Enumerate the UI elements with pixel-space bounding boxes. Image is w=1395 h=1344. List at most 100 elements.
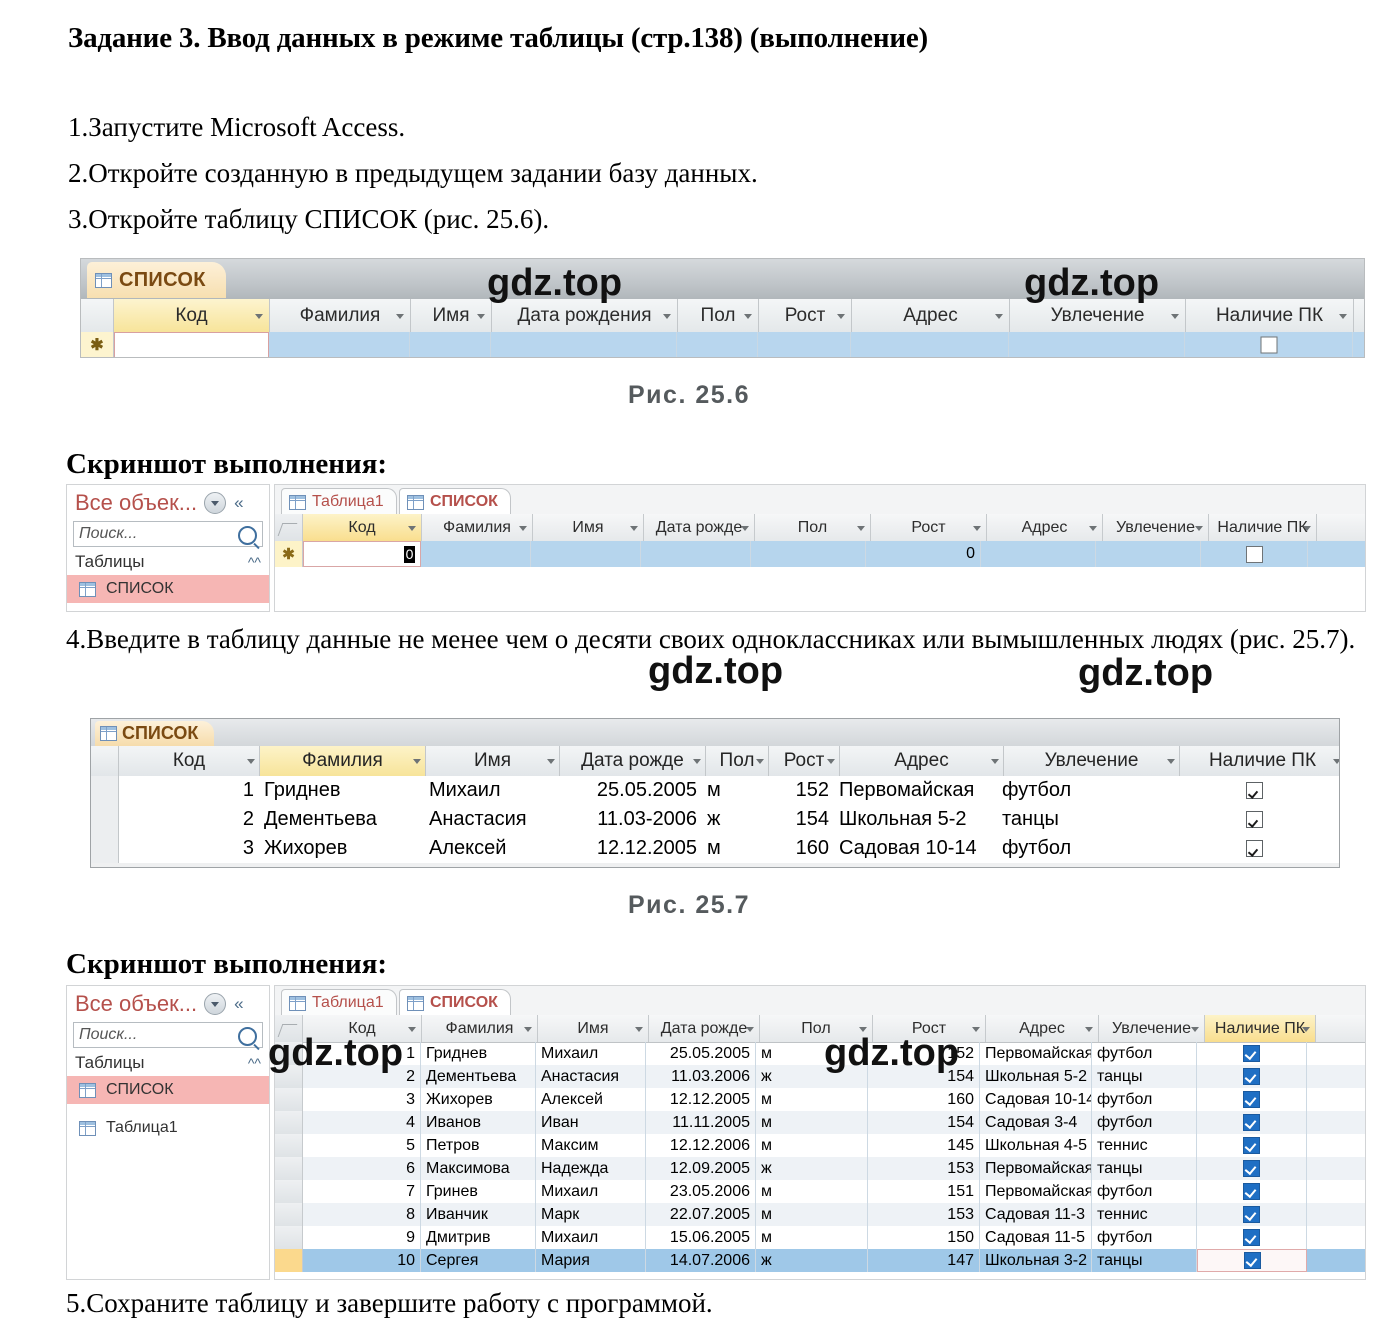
checkbox-checked-icon[interactable] bbox=[1243, 1229, 1260, 1246]
cell-nalichie-pk[interactable] bbox=[1197, 1226, 1307, 1249]
cell-data-rozhde[interactable] bbox=[641, 541, 751, 567]
table-row-selected[interactable]: 10 Сергея Мария 14.07.2006 ж 147 Школьна… bbox=[275, 1249, 1365, 1272]
column-header-rost[interactable]: Рост bbox=[873, 1015, 986, 1042]
cell-familiya[interactable]: Петров bbox=[421, 1134, 536, 1157]
checkbox-checked-icon[interactable] bbox=[1243, 1114, 1260, 1131]
new-record-row-a[interactable]: ✱ 0 0 bbox=[275, 541, 1365, 567]
cell-pol[interactable]: м bbox=[756, 1203, 868, 1226]
cell-imya[interactable]: Максим bbox=[536, 1134, 646, 1157]
cell-imya[interactable]: Михаил bbox=[536, 1180, 646, 1203]
cell-uvlechenie[interactable]: танцы bbox=[1092, 1249, 1197, 1272]
cell-kod[interactable]: 8 bbox=[303, 1203, 421, 1226]
chevron-down-icon[interactable] bbox=[741, 525, 749, 531]
cell-kod[interactable]: 9 bbox=[303, 1226, 421, 1249]
row-selector[interactable] bbox=[275, 1042, 303, 1065]
cell-uvlechenie[interactable]: футбол bbox=[1092, 1111, 1197, 1134]
column-header-familiya[interactable]: Фамилия bbox=[422, 514, 533, 541]
cell-imya[interactable]: Иван bbox=[536, 1111, 646, 1134]
cell-data-rozhde[interactable]: 12.12.2005 bbox=[646, 1088, 756, 1111]
column-header-pol[interactable]: Пол bbox=[760, 1015, 873, 1042]
chevron-down-icon[interactable] bbox=[1302, 1026, 1310, 1032]
cell-adres[interactable]: Садовая 3-4 bbox=[980, 1111, 1092, 1134]
chevron-down-icon[interactable] bbox=[408, 525, 416, 531]
cell-uvlechenie[interactable]: танцы bbox=[1092, 1065, 1197, 1088]
column-header-uvlechenie[interactable]: Увлечение bbox=[1103, 514, 1209, 541]
column-header-imya[interactable]: Имя bbox=[538, 1015, 649, 1042]
cell-familiya[interactable]: Иванчик bbox=[421, 1203, 536, 1226]
chevron-down-icon[interactable] bbox=[1191, 1026, 1199, 1032]
cell-pol[interactable]: м bbox=[756, 1088, 868, 1111]
chevron-down-icon[interactable] bbox=[204, 492, 227, 514]
cell-data-rozhde[interactable]: 14.07.2006 bbox=[646, 1249, 756, 1272]
cell-rost[interactable]: 154 bbox=[868, 1111, 980, 1134]
cell-uvlechenie[interactable]: футбол bbox=[1092, 1180, 1197, 1203]
chevron-down-icon[interactable] bbox=[408, 1026, 416, 1032]
cell-imya[interactable]: Михаил bbox=[536, 1042, 646, 1065]
cell-uvlechenie[interactable]: теннис bbox=[1092, 1134, 1197, 1157]
cell-data-rozhde[interactable]: 12.12.2006 bbox=[646, 1134, 756, 1157]
cell-data-rozhde[interactable]: 15.06.2005 bbox=[646, 1226, 756, 1249]
chevron-down-icon[interactable] bbox=[524, 1026, 532, 1032]
tab-spisok[interactable]: СПИСОК bbox=[399, 488, 511, 515]
checkbox-checked-icon[interactable] bbox=[1243, 1252, 1261, 1269]
cell-data-rozhde[interactable]: 23.05.2006 bbox=[646, 1180, 756, 1203]
cell-uvlechenie[interactable]: футбол bbox=[1092, 1042, 1197, 1065]
cell-pol[interactable]: ж bbox=[756, 1157, 868, 1180]
column-header-adres[interactable]: Адрес bbox=[986, 1015, 1099, 1042]
row-selector[interactable] bbox=[275, 1111, 303, 1134]
cell-familiya[interactable]: Гринев bbox=[421, 1180, 536, 1203]
cell-familiya[interactable] bbox=[421, 541, 531, 567]
cell-uvlechenie[interactable]: футбол bbox=[1092, 1226, 1197, 1249]
cell-pol[interactable]: м bbox=[756, 1226, 868, 1249]
cell-adres[interactable]: Школьная 5-2 bbox=[980, 1065, 1092, 1088]
cell-kod[interactable]: 2 bbox=[303, 1065, 421, 1088]
cell-data-rozhde[interactable]: 11.11.2005 bbox=[646, 1111, 756, 1134]
table-row[interactable]: 8 Иванчик Марк 22.07.2005 м 153 Садовая … bbox=[275, 1203, 1365, 1226]
cell-kod[interactable]: 10 bbox=[303, 1249, 421, 1272]
cell-rost[interactable]: 147 bbox=[868, 1249, 980, 1272]
cell-nalichie-pk[interactable] bbox=[1197, 1134, 1307, 1157]
cell-uvlechenie[interactable]: танцы bbox=[1092, 1157, 1197, 1180]
table-row[interactable]: 6 Максимова Надежда 12.09.2005 ж 153 Пер… bbox=[275, 1157, 1365, 1180]
cell-pol[interactable]: м bbox=[756, 1042, 868, 1065]
cell-imya[interactable]: Мария bbox=[536, 1249, 646, 1272]
search-icon[interactable] bbox=[238, 526, 257, 545]
column-header-kod[interactable]: Код bbox=[303, 1015, 422, 1042]
collapse-pane-icon[interactable]: « bbox=[234, 994, 243, 1014]
cell-kod[interactable]: 6 bbox=[303, 1157, 421, 1180]
column-header-familiya[interactable]: Фамилия bbox=[422, 1015, 538, 1042]
cell-adres[interactable]: Садовая 11-5 bbox=[980, 1226, 1092, 1249]
table-row[interactable]: 7 Гринев Михаил 23.05.2006 м 151 Первома… bbox=[275, 1180, 1365, 1203]
cell-rost[interactable]: 153 bbox=[868, 1157, 980, 1180]
chevron-down-icon[interactable] bbox=[972, 1026, 980, 1032]
cell-rost[interactable]: 151 bbox=[868, 1180, 980, 1203]
column-header-nalichie-pk[interactable]: Наличие ПК bbox=[1205, 1015, 1316, 1042]
cell-nalichie-pk[interactable] bbox=[1197, 1111, 1307, 1134]
cell-rost[interactable]: 160 bbox=[868, 1088, 980, 1111]
row-selector[interactable] bbox=[275, 1226, 303, 1249]
checkbox-checked-icon[interactable] bbox=[1243, 1160, 1260, 1177]
checkbox-checked-icon[interactable] bbox=[1243, 1206, 1260, 1223]
cell-rost[interactable]: 150 bbox=[868, 1226, 980, 1249]
select-all-corner[interactable] bbox=[275, 514, 303, 541]
table-row[interactable]: 5 Петров Максим 12.12.2006 м 145 Школьна… bbox=[275, 1134, 1365, 1157]
cell-adres[interactable]: Первомайская bbox=[980, 1157, 1092, 1180]
cell-pol[interactable]: м bbox=[756, 1134, 868, 1157]
cell-nalichie-pk[interactable] bbox=[1197, 1203, 1307, 1226]
table-row[interactable]: 4 Иванов Иван 11.11.2005 м 154 Садовая 3… bbox=[275, 1111, 1365, 1134]
cell-imya[interactable]: Надежда bbox=[536, 1157, 646, 1180]
collapse-pane-icon[interactable]: « bbox=[234, 493, 243, 513]
cell-imya[interactable]: Алексей bbox=[536, 1088, 646, 1111]
chevron-down-icon[interactable] bbox=[635, 1026, 643, 1032]
chevron-down-icon[interactable] bbox=[1085, 1026, 1093, 1032]
table-row[interactable]: 1 Гриднев Михаил 25.05.2005 м 152 Первом… bbox=[275, 1042, 1365, 1065]
nav-item-tablitsa1[interactable]: Таблица1 bbox=[67, 1114, 269, 1142]
cell-familiya[interactable]: Гриднев bbox=[421, 1042, 536, 1065]
nav-item-spisok[interactable]: СПИСОК bbox=[67, 575, 269, 603]
chevron-up-icon[interactable]: ^^ bbox=[248, 1055, 261, 1071]
cell-rost[interactable]: 0 bbox=[866, 541, 981, 567]
column-header-adres[interactable]: Адрес bbox=[987, 514, 1103, 541]
tab-tablitsa1[interactable]: Таблица1 bbox=[281, 488, 397, 515]
column-header-pol[interactable]: Пол bbox=[755, 514, 871, 541]
cell-pol[interactable]: ж bbox=[756, 1065, 868, 1088]
